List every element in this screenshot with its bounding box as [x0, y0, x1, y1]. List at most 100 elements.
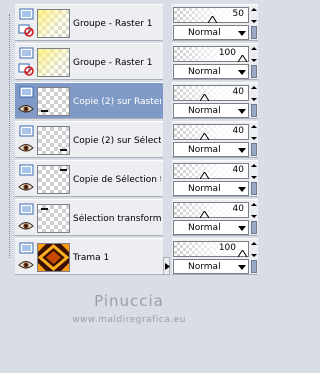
opacity-spin-icon[interactable]: [251, 164, 257, 179]
layer-controls-6: 100 Normal: [172, 238, 258, 275]
opacity-value: 40: [232, 204, 244, 214]
lock-toggle[interactable]: [251, 65, 257, 78]
arrow-right-icon: [165, 263, 170, 270]
layer-row-5[interactable]: Sélection transformée: [15, 199, 163, 236]
chevron-down-icon: [238, 70, 246, 75]
opacity-spin-icon[interactable]: [251, 8, 257, 23]
opacity-slider[interactable]: 40: [173, 163, 249, 179]
eye-icon[interactable]: [18, 180, 34, 193]
layer-name: Groupe - Raster 1: [73, 58, 153, 68]
layer-icons: [18, 164, 35, 195]
group-tree-line: [9, 14, 10, 258]
lock-toggle[interactable]: [251, 143, 257, 156]
layer-thumbnail: [37, 9, 70, 38]
layer-controls-4: 40 Normal: [172, 160, 258, 197]
opacity-value: 100: [218, 243, 236, 253]
blend-mode-select[interactable]: Normal: [173, 181, 249, 196]
layer-type-icon[interactable]: [19, 8, 34, 21]
slider-marker-icon: [200, 94, 209, 101]
layer-name: Copie (2) sur Raster 1: [73, 97, 161, 107]
eye-icon[interactable]: [18, 219, 34, 232]
layer-row-0[interactable]: Groupe - Raster 1: [15, 4, 163, 41]
blend-mode-select[interactable]: Normal: [173, 103, 249, 118]
opacity-spin-icon[interactable]: [251, 47, 257, 62]
blend-mode-value: Normal: [188, 262, 221, 272]
layer-controls-5: 40 Normal: [172, 199, 258, 236]
panel-expand-button[interactable]: [163, 257, 170, 275]
lock-toggle[interactable]: [251, 182, 257, 195]
blend-mode-value: Normal: [188, 184, 221, 194]
blend-mode-value: Normal: [188, 223, 221, 233]
layer-row-2[interactable]: Copie (2) sur Raster 1: [15, 82, 163, 119]
chevron-down-icon: [238, 187, 246, 192]
layer-row-4[interactable]: Copie de Sélection transformée: [15, 160, 163, 197]
slider-marker-icon: [200, 211, 209, 218]
layer-thumbnail: [37, 126, 70, 155]
layer-icons: [18, 203, 35, 234]
blend-mode-value: Normal: [188, 28, 221, 38]
chevron-down-icon: [238, 31, 246, 36]
layer-name: Copie de Sélection transformée: [73, 175, 161, 185]
eye-icon[interactable]: [18, 258, 34, 271]
opacity-value: 100: [218, 48, 236, 58]
layer-row-3[interactable]: Copie (2) sur Sélection transformée: [15, 121, 163, 158]
opacity-spin-icon[interactable]: [251, 242, 257, 257]
layer-row-1[interactable]: Groupe - Raster 1: [15, 43, 163, 80]
lock-toggle[interactable]: [251, 104, 257, 117]
layer-type-icon[interactable]: [19, 203, 34, 216]
opacity-spin-icon[interactable]: [251, 203, 257, 218]
opacity-spin-icon[interactable]: [251, 125, 257, 140]
blend-mode-value: Normal: [188, 106, 221, 116]
layer-type-icon[interactable]: [19, 164, 34, 177]
chevron-down-icon: [238, 109, 246, 114]
layer-icons: [18, 86, 35, 117]
eye-icon[interactable]: [18, 141, 34, 154]
no-mask-icon[interactable]: [18, 24, 34, 37]
layer-controls-2: 40 Normal: [172, 82, 258, 119]
opacity-slider[interactable]: 100: [173, 241, 249, 257]
blend-mode-select[interactable]: Normal: [173, 25, 249, 40]
layer-type-icon[interactable]: [19, 242, 34, 255]
slider-marker-icon: [200, 172, 209, 179]
layer-type-icon[interactable]: [19, 47, 34, 60]
opacity-slider[interactable]: 40: [173, 124, 249, 140]
blend-mode-select[interactable]: Normal: [173, 220, 249, 235]
layer-name: Trama 1: [73, 253, 110, 263]
blend-mode-value: Normal: [188, 145, 221, 155]
chevron-down-icon: [238, 226, 246, 231]
layer-type-icon[interactable]: [19, 86, 34, 99]
opacity-value: 50: [232, 9, 244, 19]
layer-icons: [18, 8, 35, 39]
watermark-url: www.maidiregrafica.eu: [72, 315, 186, 325]
layer-row-6[interactable]: Trama 1: [15, 238, 163, 275]
layer-controls-0: 50 Normal: [172, 4, 258, 41]
opacity-slider[interactable]: 40: [173, 202, 249, 218]
blend-mode-select[interactable]: Normal: [173, 64, 249, 79]
slider-marker-icon: [208, 16, 217, 23]
lock-toggle[interactable]: [251, 221, 257, 234]
layer-type-icon[interactable]: [19, 125, 34, 138]
opacity-value: 40: [232, 126, 244, 136]
blend-mode-select[interactable]: Normal: [173, 142, 249, 157]
layer-name: Sélection transformée: [73, 214, 161, 224]
opacity-slider[interactable]: 40: [173, 85, 249, 101]
lock-toggle[interactable]: [251, 260, 257, 273]
layer-icons: [18, 125, 35, 156]
layer-name: Groupe - Raster 1: [73, 19, 153, 29]
opacity-slider[interactable]: 100: [173, 46, 249, 62]
lock-toggle[interactable]: [251, 26, 257, 39]
layer-icons: [18, 242, 35, 273]
blend-mode-select[interactable]: Normal: [173, 259, 249, 274]
no-mask-icon[interactable]: [18, 63, 34, 76]
layer-controls-1: 100 Normal: [172, 43, 258, 80]
layer-controls-3: 40 Normal: [172, 121, 258, 158]
watermark-title: Pinuccia: [94, 292, 164, 310]
eye-icon[interactable]: [18, 102, 34, 115]
layer-thumbnail: [37, 48, 70, 77]
layer-thumbnail: [37, 204, 70, 233]
layer-name: Copie (2) sur Sélection transformée: [73, 136, 161, 146]
layer-thumbnail: [37, 87, 70, 116]
blend-mode-value: Normal: [188, 67, 221, 77]
opacity-slider[interactable]: 50: [173, 7, 249, 23]
opacity-spin-icon[interactable]: [251, 86, 257, 101]
